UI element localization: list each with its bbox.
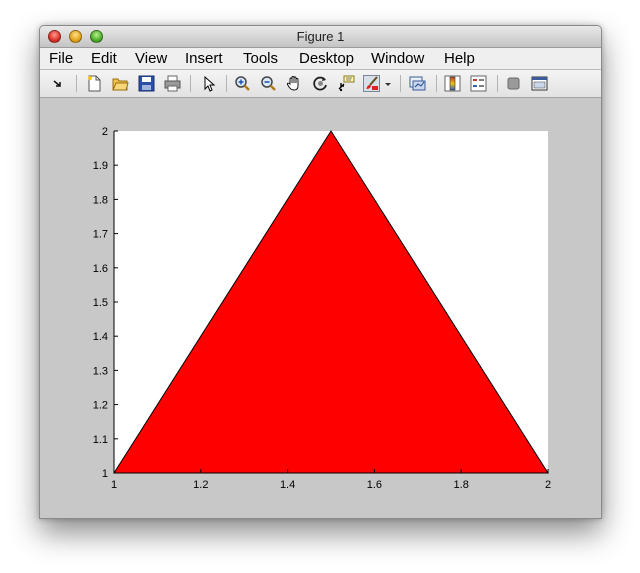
pan-hand-icon[interactable]: [285, 74, 304, 93]
y-tick-label: 1.3: [93, 365, 108, 377]
figure-toolbar: [40, 70, 601, 98]
brush-dropdown-icon[interactable]: [383, 74, 393, 93]
toolbar-separator: [497, 75, 498, 92]
brush-icon[interactable]: [362, 74, 381, 93]
open-file-icon[interactable]: [111, 74, 130, 93]
rotate-3d-icon[interactable]: [311, 74, 330, 93]
menu-view[interactable]: View: [135, 50, 167, 67]
menu-window[interactable]: Window: [371, 50, 424, 67]
x-tick-label: 1.8: [454, 479, 469, 491]
plot-svg: 1 1.2 1.4 1.6 1.8 2 1 1.1 1.2 1.3 1.4 1.5 1.6 1.7 1.8 1…: [93, 126, 551, 491]
y-tick-label: 2: [102, 126, 108, 138]
y-tick-label: 1.5: [93, 297, 108, 309]
data-cursor-icon[interactable]: [337, 74, 356, 93]
x-tick-label: 1.4: [280, 479, 295, 491]
insert-colorbar-icon[interactable]: [443, 74, 462, 93]
menu-help[interactable]: Help: [444, 50, 475, 67]
y-tick-label: 1: [102, 468, 108, 480]
link-plot-icon[interactable]: [408, 74, 427, 93]
y-tick-label: 1.8: [93, 194, 108, 206]
save-icon[interactable]: [137, 74, 156, 93]
toolbar-separator: [76, 75, 77, 92]
y-tick-label: 1.7: [93, 229, 108, 241]
toolbar-separator: [400, 75, 401, 92]
menu-tools[interactable]: Tools: [243, 50, 278, 67]
menu-insert[interactable]: Insert: [185, 50, 223, 67]
dock-arrow-icon[interactable]: [48, 74, 67, 93]
y-tick-label: 1.6: [93, 263, 108, 275]
y-tick-label: 1.9: [93, 160, 108, 172]
figure-window: Figure 1 File Edit View Insert Tools Des…: [39, 25, 602, 519]
zoom-in-icon[interactable]: [233, 74, 252, 93]
insert-legend-icon[interactable]: [469, 74, 488, 93]
x-tick-label: 1: [111, 479, 117, 491]
toolbar-separator: [436, 75, 437, 92]
window-title: Figure 1: [296, 29, 345, 44]
print-icon[interactable]: [163, 74, 182, 93]
zoom-out-icon[interactable]: [259, 74, 278, 93]
x-tick-label: 1.6: [367, 479, 382, 491]
axes[interactable]: 1 1.2 1.4 1.6 1.8 2 1 1.1 1.2 1.3 1.4 1.5 1.6 1.7 1.8 1…: [93, 126, 551, 491]
x-tick-label: 1.2: [193, 479, 208, 491]
toolbar-separator: [190, 75, 191, 92]
title-bar[interactable]: Figure 1: [40, 26, 601, 48]
x-tick-label: 2: [545, 479, 551, 491]
y-tick-label: 1.1: [93, 434, 108, 446]
edit-plot-arrow-icon[interactable]: [199, 74, 218, 93]
y-tick-label: 1.2: [93, 400, 108, 412]
menu-file[interactable]: File: [49, 50, 73, 67]
hide-plot-tools-icon[interactable]: [504, 74, 523, 93]
toolbar-separator: [226, 75, 227, 92]
figure-canvas: 1 1.2 1.4 1.6 1.8 2 1 1.1 1.2 1.3 1.4 1.5 1.6 1.7 1.8 1…: [40, 98, 601, 518]
y-tick-label: 1.4: [93, 331, 108, 343]
show-plot-tools-icon[interactable]: [530, 74, 549, 93]
menu-desktop[interactable]: Desktop: [299, 50, 354, 67]
menu-edit[interactable]: Edit: [91, 50, 117, 67]
menu-bar: File Edit View Insert Tools Desktop Wind…: [40, 48, 601, 70]
new-figure-icon[interactable]: [85, 74, 104, 93]
